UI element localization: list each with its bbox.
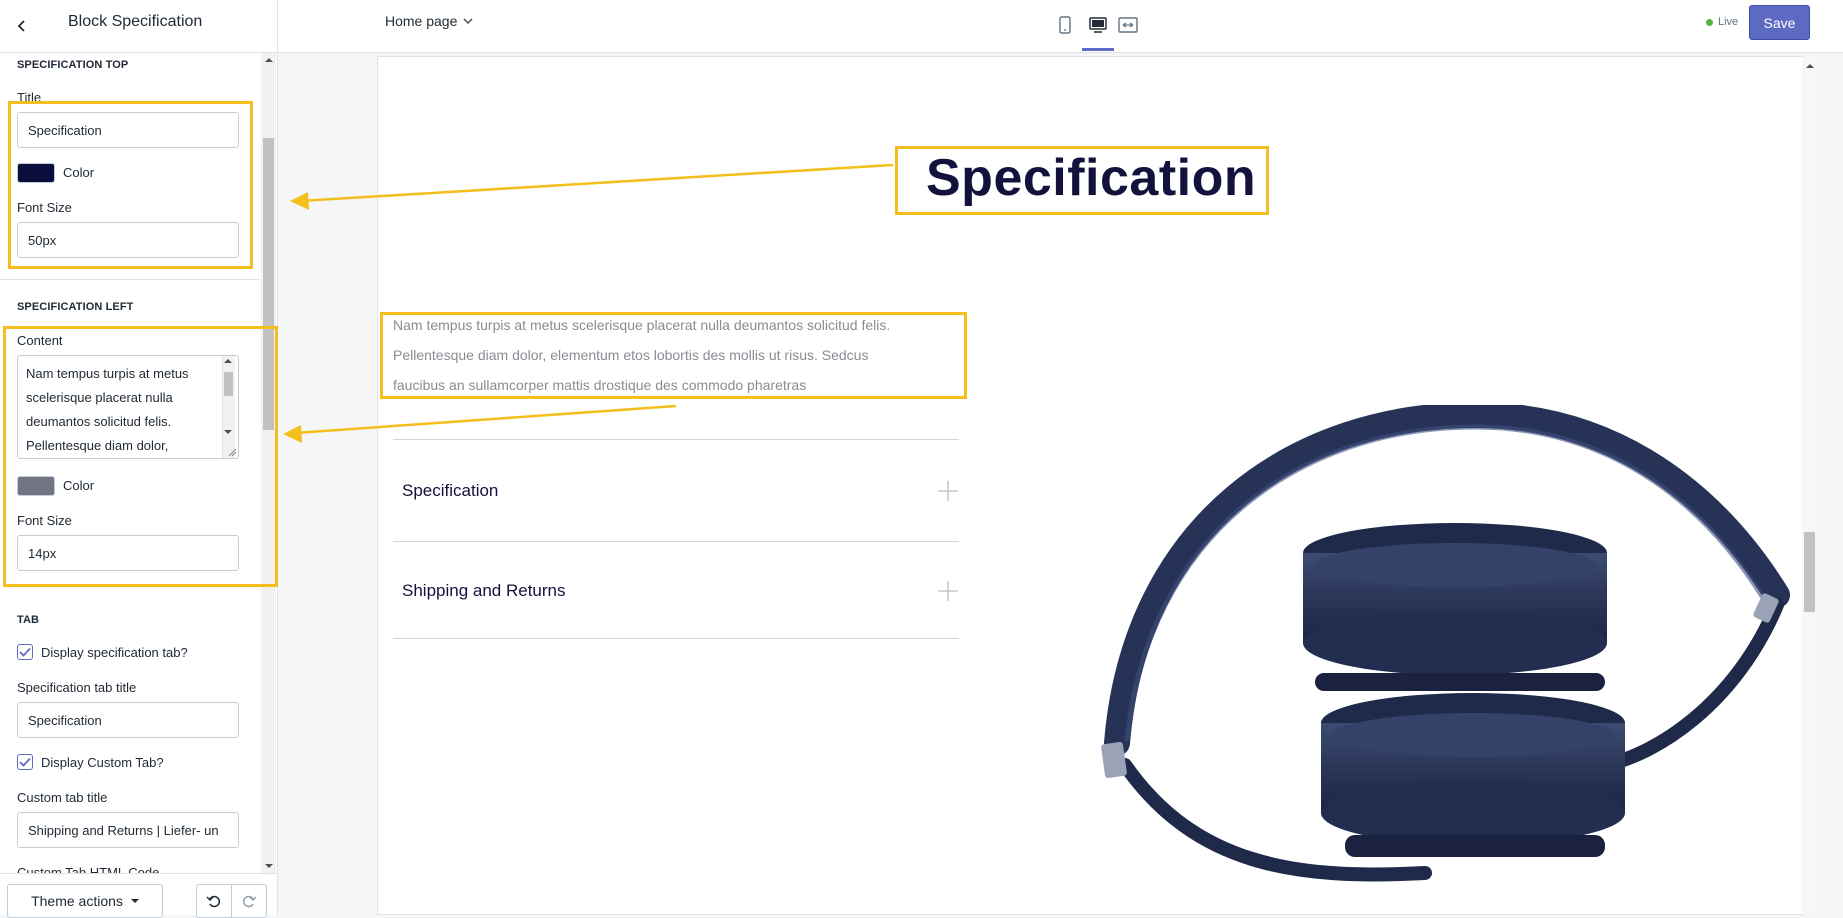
annotation-arrow (299, 163, 894, 203)
annotation-arrow (294, 404, 677, 435)
annotation-arrows (283, 163, 894, 443)
arrowhead (290, 192, 309, 210)
arrowhead (283, 425, 302, 443)
